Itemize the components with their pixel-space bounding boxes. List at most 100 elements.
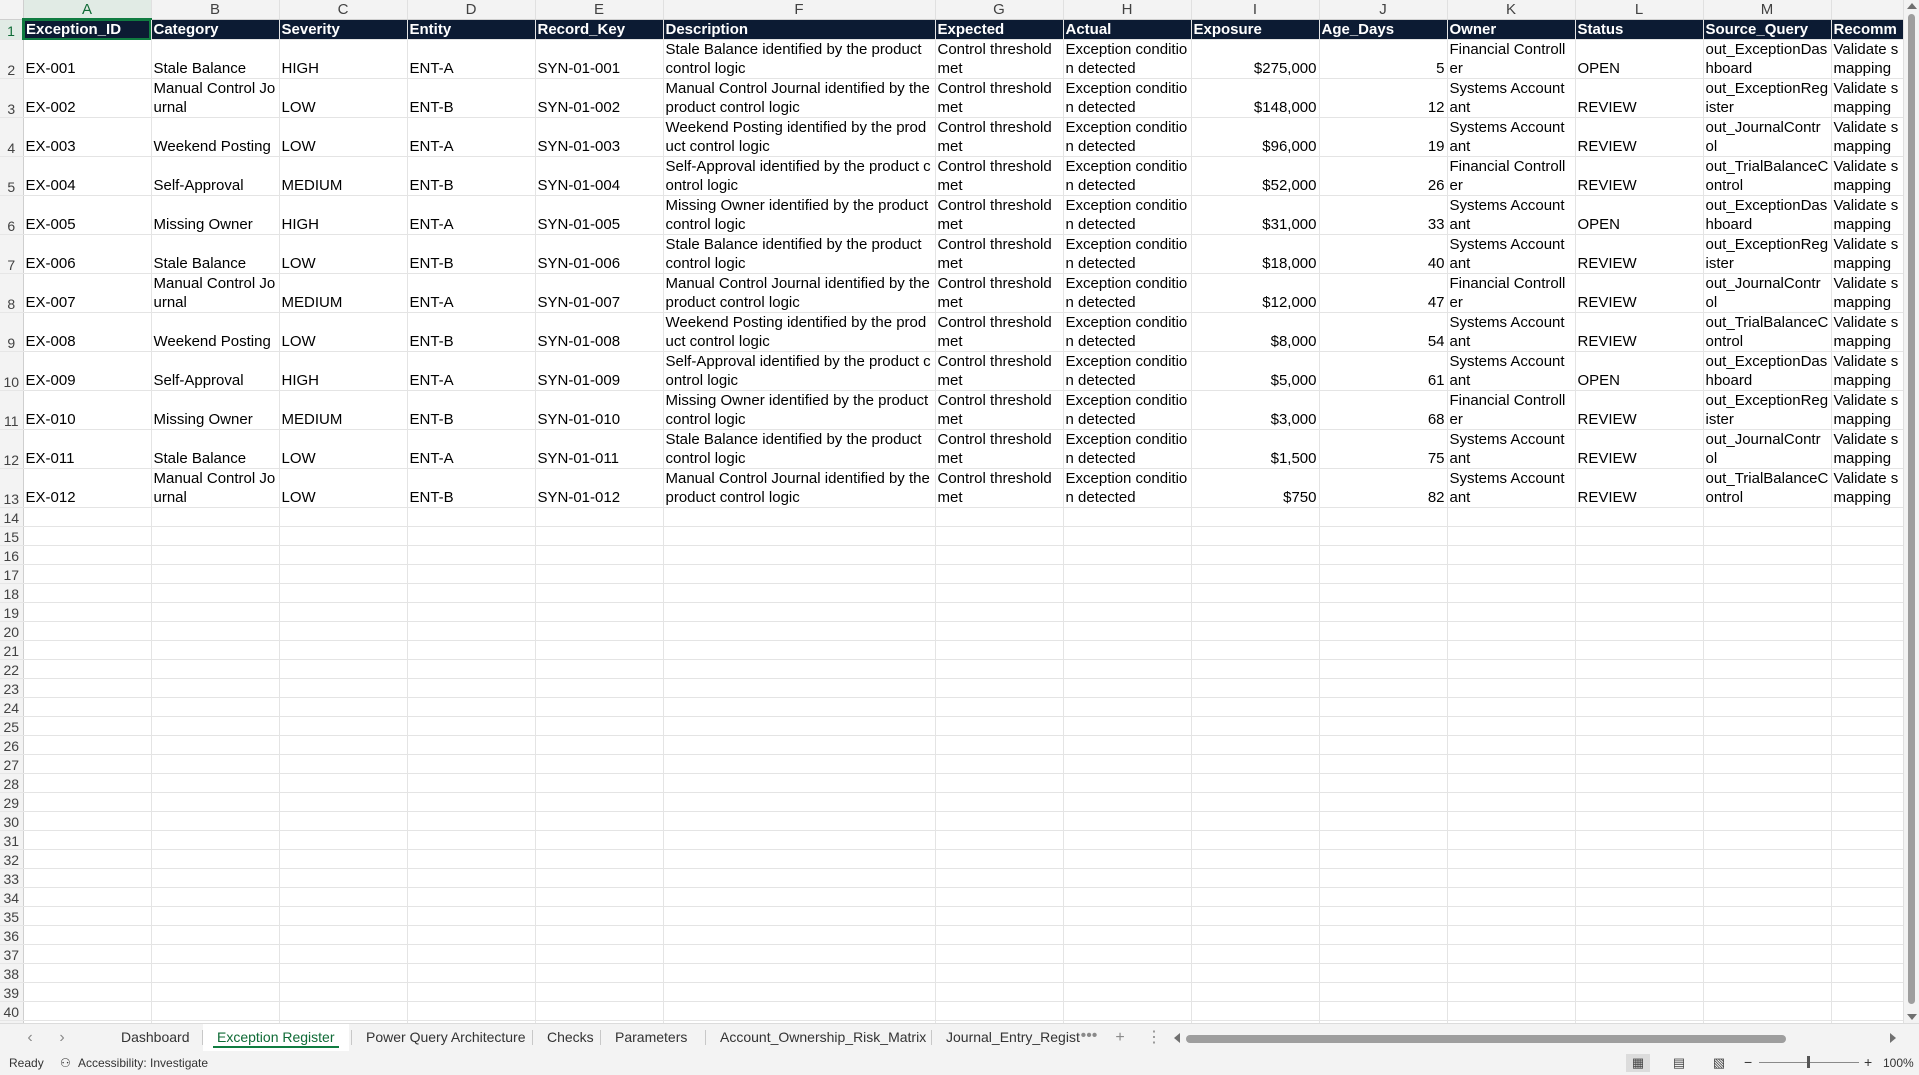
cell[interactable]	[1575, 754, 1704, 774]
row-header[interactable]: 24	[0, 697, 24, 717]
cell[interactable]: Exception condition detected	[1063, 195, 1192, 235]
cell[interactable]	[1447, 773, 1576, 793]
cell[interactable]	[279, 735, 408, 755]
cell[interactable]: $275,000	[1191, 39, 1320, 79]
cell[interactable]	[935, 564, 1064, 584]
cell[interactable]: Validate s mapping	[1831, 351, 1909, 391]
cell[interactable]: ENT-A	[407, 429, 536, 469]
cell[interactable]	[1063, 583, 1192, 603]
cell[interactable]	[1063, 526, 1192, 546]
cell[interactable]	[1319, 849, 1448, 869]
cell[interactable]	[407, 1001, 536, 1021]
cell[interactable]	[535, 545, 664, 565]
cell[interactable]	[23, 564, 152, 584]
header-cell[interactable]: Age_Days	[1319, 19, 1448, 40]
cell[interactable]	[407, 830, 536, 850]
cell[interactable]	[935, 906, 1064, 926]
cell[interactable]	[935, 697, 1064, 717]
cell[interactable]: Manual Control Journal	[151, 78, 280, 118]
cell[interactable]	[151, 982, 280, 1002]
cell[interactable]	[23, 754, 152, 774]
cell[interactable]	[1319, 678, 1448, 698]
cell[interactable]	[935, 849, 1064, 869]
header-cell[interactable]: Source_Query	[1703, 19, 1832, 40]
zoom-level[interactable]: 100%	[1883, 1056, 1914, 1070]
cell[interactable]: ENT-A	[407, 273, 536, 313]
cell[interactable]	[663, 963, 936, 983]
cell[interactable]: out_JournalControl	[1703, 273, 1832, 313]
cell[interactable]: Systems Accountant	[1447, 468, 1576, 508]
cell[interactable]: REVIEW	[1575, 312, 1704, 352]
horizontal-scroll-thumb[interactable]	[1186, 1035, 1786, 1043]
cell[interactable]	[1191, 526, 1320, 546]
cell[interactable]	[1319, 887, 1448, 907]
cell[interactable]	[1319, 906, 1448, 926]
cell[interactable]: Stale Balance	[151, 234, 280, 274]
cell[interactable]	[279, 849, 408, 869]
cell[interactable]	[663, 1001, 936, 1021]
cell[interactable]	[1063, 640, 1192, 660]
cell[interactable]	[407, 659, 536, 679]
row-header[interactable]: 31	[0, 830, 24, 850]
cell[interactable]: Stale Balance identified by the product …	[663, 39, 936, 79]
cell[interactable]	[1447, 868, 1576, 888]
cell[interactable]	[1063, 716, 1192, 736]
cell[interactable]	[1447, 906, 1576, 926]
cell[interactable]	[151, 602, 280, 622]
cell[interactable]	[1319, 697, 1448, 717]
cell[interactable]	[279, 659, 408, 679]
cell[interactable]	[663, 906, 936, 926]
cell[interactable]	[1703, 868, 1832, 888]
cell[interactable]	[23, 982, 152, 1002]
row-header[interactable]: 12	[0, 429, 24, 469]
cell[interactable]	[935, 583, 1064, 603]
cell[interactable]	[1319, 507, 1448, 527]
select-all-corner[interactable]	[0, 0, 24, 20]
row-header[interactable]: 37	[0, 944, 24, 964]
column-header[interactable]: G	[935, 0, 1064, 20]
cell[interactable]	[1191, 754, 1320, 774]
cell[interactable]	[1063, 963, 1192, 983]
cell[interactable]	[1447, 1001, 1576, 1021]
cell[interactable]	[279, 507, 408, 527]
cell[interactable]	[1063, 1001, 1192, 1021]
cell[interactable]	[279, 678, 408, 698]
cell[interactable]: 61	[1319, 351, 1448, 391]
cell[interactable]	[663, 507, 936, 527]
cell[interactable]: EX-008	[23, 312, 152, 352]
cell[interactable]	[663, 925, 936, 945]
cell[interactable]	[1063, 887, 1192, 907]
cell[interactable]: out_ExceptionRegister	[1703, 390, 1832, 430]
column-header[interactable]: E	[535, 0, 664, 20]
cell[interactable]: Financial Controller	[1447, 39, 1576, 79]
cell[interactable]: ENT-B	[407, 468, 536, 508]
cell[interactable]	[1063, 678, 1192, 698]
cell[interactable]	[663, 583, 936, 603]
cell[interactable]	[935, 773, 1064, 793]
column-header[interactable]: C	[279, 0, 408, 20]
cell[interactable]	[407, 811, 536, 831]
row-header[interactable]: 38	[0, 963, 24, 983]
cell[interactable]	[407, 545, 536, 565]
cell[interactable]	[1831, 792, 1909, 812]
cell[interactable]: out_TrialBalanceControl	[1703, 156, 1832, 196]
cell[interactable]	[663, 754, 936, 774]
cell[interactable]	[151, 963, 280, 983]
cell[interactable]	[151, 621, 280, 641]
row-header[interactable]: 35	[0, 906, 24, 926]
cell[interactable]	[663, 545, 936, 565]
cell[interactable]: EX-007	[23, 273, 152, 313]
cell[interactable]: 54	[1319, 312, 1448, 352]
cell[interactable]: 82	[1319, 468, 1448, 508]
cell[interactable]	[1319, 526, 1448, 546]
row-header[interactable]: 33	[0, 868, 24, 888]
cell[interactable]	[935, 944, 1064, 964]
worksheet-grid[interactable]: ABCDEFGHIJKLM 1 Exception_ID Category Sever…	[0, 0, 1919, 1023]
cell[interactable]: Control threshold met	[935, 195, 1064, 235]
cell[interactable]	[23, 944, 152, 964]
cell[interactable]	[23, 963, 152, 983]
cell[interactable]	[935, 868, 1064, 888]
cell[interactable]	[1831, 811, 1909, 831]
cell[interactable]	[535, 754, 664, 774]
cell[interactable]: Control threshold met	[935, 312, 1064, 352]
